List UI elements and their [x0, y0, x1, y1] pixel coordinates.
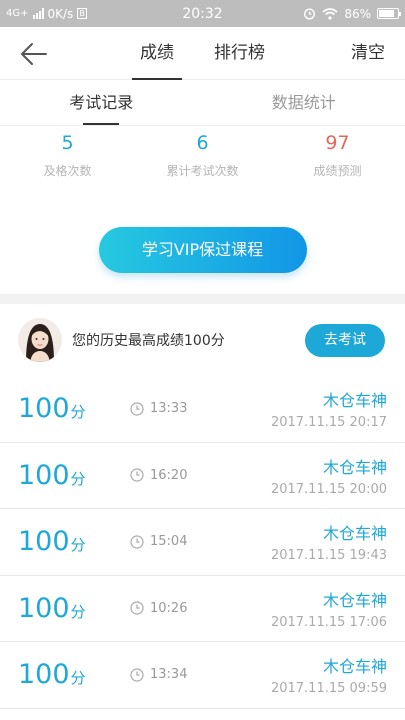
- duration-text: 13:34: [150, 667, 188, 683]
- signal-icon: [32, 8, 44, 19]
- record-duration: 15:04: [130, 534, 187, 549]
- stat-label: 及格次数: [43, 164, 92, 178]
- record-duration: 13:34: [130, 667, 187, 682]
- top-tabs: 成绩 排行榜: [0, 27, 405, 80]
- record-score: 100 分: [18, 393, 130, 424]
- duration-text: 10:26: [150, 600, 188, 616]
- stat-label: 成绩预测: [313, 164, 362, 178]
- avatar: [18, 318, 62, 362]
- score-unit: 分: [70, 469, 86, 488]
- list-item[interactable]: 100 分 10:26 木仓车神 2017.11.15 17:06: [0, 576, 405, 642]
- score-value: 100: [18, 659, 70, 691]
- clock-icon: [130, 668, 144, 682]
- user-name: 木仓车神: [322, 657, 387, 677]
- duration-text: 13:33: [150, 401, 188, 417]
- vip-course-button[interactable]: 学习VIP保过课程: [98, 227, 307, 273]
- clear-button[interactable]: 清空: [351, 27, 385, 80]
- sub-tabs: 考试记录 数据统计: [0, 80, 405, 126]
- exam-records-list: 100 分 13:33 木仓车神 2017.11.15 20:17 100 分 16:…: [0, 376, 405, 709]
- score-value: 100: [18, 592, 70, 624]
- tab-scores[interactable]: 成绩: [132, 27, 182, 80]
- score-value: 100: [18, 459, 70, 491]
- record-meta: 木仓车神 2017.11.15 17:06: [271, 587, 387, 630]
- tab-exam-records[interactable]: 考试记录: [0, 80, 203, 125]
- score-unit: 分: [70, 602, 86, 621]
- stat-total-exams: 6 累计考试次数: [135, 132, 270, 194]
- score-value: 100: [18, 393, 70, 425]
- user-name: 木仓车神: [322, 590, 387, 610]
- section-divider: [0, 294, 405, 304]
- stat-value: 5: [61, 132, 74, 154]
- tab-data-statistics[interactable]: 数据统计: [203, 80, 405, 125]
- network-type: 4G+: [6, 8, 29, 19]
- list-item[interactable]: 100 分 16:20 木仓车神 2017.11.15 20:00: [0, 443, 405, 509]
- clock-icon: [130, 535, 144, 549]
- status-bar: 4G+ 0K/s B 20:32 86%: [0, 0, 405, 27]
- wifi-icon: [322, 7, 338, 20]
- record-duration: 16:20: [130, 468, 187, 483]
- record-date: 2017.11.15 20:17: [270, 415, 387, 431]
- duration-text: 15:04: [150, 534, 188, 550]
- record-date: 2017.11.15 20:00: [270, 481, 387, 497]
- record-date: 2017.11.15 19:43: [270, 548, 387, 564]
- stat-label: 累计考试次数: [166, 164, 239, 178]
- take-exam-button[interactable]: 去考试: [305, 323, 385, 357]
- stats-panel: 5 及格次数 6 累计考试次数 97 成绩预测: [0, 126, 405, 194]
- top-bar: 成绩 排行榜 清空: [0, 27, 405, 80]
- battery-percent: 86%: [344, 6, 371, 21]
- record-score: 100 分: [18, 526, 130, 557]
- battery-icon: [377, 8, 401, 19]
- clock-icon: [130, 468, 144, 482]
- stat-value: 97: [325, 132, 350, 154]
- best-score-bar: 您的历史最高成绩100分 去考试: [0, 304, 405, 376]
- notification-icon: B: [77, 8, 87, 19]
- stat-value: 6: [196, 132, 209, 154]
- clock-icon: [130, 402, 144, 416]
- record-score: 100 分: [18, 593, 130, 624]
- score-unit: 分: [70, 669, 86, 688]
- record-meta: 木仓车神 2017.11.15 20:00: [271, 454, 387, 497]
- record-duration: 10:26: [130, 601, 187, 616]
- user-name: 木仓车神: [322, 391, 387, 411]
- user-name: 木仓车神: [322, 524, 387, 544]
- record-score: 100 分: [18, 460, 130, 491]
- best-score-text: 您的历史最高成绩100分: [72, 333, 225, 349]
- tab-leaderboard[interactable]: 排行榜: [206, 27, 273, 80]
- record-meta: 木仓车神 2017.11.15 19:43: [271, 520, 387, 563]
- network-speed: 0K/s: [47, 6, 74, 21]
- duration-text: 16:20: [150, 467, 188, 483]
- alarm-icon: [304, 8, 316, 20]
- record-date: 2017.11.15 09:59: [270, 681, 387, 697]
- score-unit: 分: [70, 536, 86, 555]
- score-unit: 分: [70, 403, 86, 422]
- score-value: 100: [18, 526, 70, 558]
- record-duration: 13:33: [130, 401, 187, 416]
- list-item[interactable]: 100 分 13:33 木仓车神 2017.11.15 20:17: [0, 376, 405, 443]
- list-item[interactable]: 100 分 15:04 木仓车神 2017.11.15 19:43: [0, 509, 405, 576]
- stat-pass-count: 5 及格次数: [0, 132, 135, 194]
- record-meta: 木仓车神 2017.11.15 09:59: [271, 653, 387, 696]
- stat-score-prediction: 97 成绩预测: [270, 132, 405, 194]
- record-date: 2017.11.15 17:06: [270, 614, 387, 630]
- clock-icon: [130, 601, 144, 615]
- user-name: 木仓车神: [322, 457, 387, 477]
- vip-section: 学习VIP保过课程: [0, 194, 405, 294]
- record-meta: 木仓车神 2017.11.15 20:17: [271, 387, 387, 430]
- record-score: 100 分: [18, 659, 130, 690]
- list-item[interactable]: 100 分 13:34 木仓车神 2017.11.15 09:59: [0, 642, 405, 709]
